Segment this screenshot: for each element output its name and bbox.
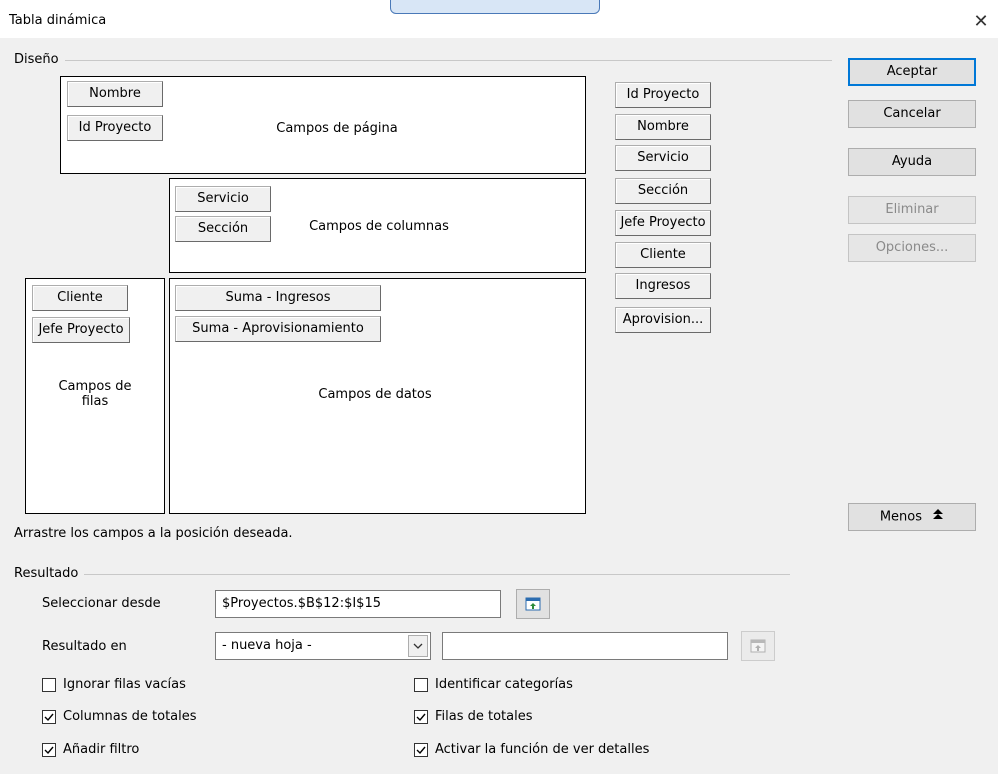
checkbox-box[interactable] [414, 710, 428, 724]
available-field-jefe-proyecto[interactable]: Jefe Proyecto [615, 210, 711, 236]
identify-categories-checkbox[interactable]: Identificar categorías [414, 675, 573, 695]
checkmark-icon [44, 713, 54, 722]
available-field-id-proyecto[interactable]: Id Proyecto [615, 82, 711, 108]
less-button[interactable]: Menos [848, 503, 976, 531]
result-group-label: Resultado [14, 566, 85, 581]
add-filter-checkbox[interactable]: Añadir filtro [42, 740, 139, 760]
less-button-label: Menos [879, 509, 923, 525]
select-from-label: Seleccionar desde [42, 596, 161, 611]
page-fields-area[interactable]: Nombre Id Proyecto Campos de página [60, 76, 586, 174]
result-group-line [14, 574, 790, 575]
checkbox-box[interactable] [42, 710, 56, 724]
result-in-select[interactable]: - nueva hoja - [215, 632, 431, 660]
available-field-cliente[interactable]: Cliente [615, 242, 711, 268]
shrink-range-icon [525, 596, 541, 616]
row-fields-area[interactable]: Cliente Jefe Proyecto Campos de filas [25, 278, 165, 514]
page-area-label: Campos de página [276, 121, 398, 136]
ignore-empty-rows-checkbox[interactable]: Ignorar filas vacías [42, 675, 186, 695]
design-group-line [14, 60, 832, 61]
result-in-select-value: - nueva hoja - [222, 638, 312, 653]
ok-button[interactable]: Aceptar [848, 58, 976, 86]
options-button[interactable]: Opciones... [848, 234, 976, 262]
checkmark-icon [416, 746, 426, 755]
checkbox-box[interactable] [414, 743, 428, 757]
row-field-cliente[interactable]: Cliente [32, 285, 128, 311]
drill-down-label: Activar la función de ver detalles [435, 742, 650, 757]
shrink-range-icon [750, 638, 766, 658]
drag-hint: Arrastre los campos a la posición desead… [14, 526, 293, 541]
row-area-label: Campos de filas [26, 379, 164, 409]
row-area-label-line1: Campos de [58, 379, 132, 394]
window-title: Tabla dinámica [9, 13, 107, 28]
window-tab-indicator [390, 0, 600, 14]
checkbox-box[interactable] [414, 678, 428, 692]
close-icon[interactable]: ✕ [968, 10, 994, 34]
cancel-button[interactable]: Cancelar [848, 100, 976, 128]
result-in-target-input[interactable] [442, 632, 728, 660]
data-field-suma-aprovisionamiento[interactable]: Suma - Aprovisionamiento [175, 316, 381, 342]
available-field-ingresos[interactable]: Ingresos [615, 273, 711, 299]
column-fields-area[interactable]: Servicio Sección Campos de columnas [169, 178, 586, 273]
data-fields-area[interactable]: Suma - Ingresos Suma - Aprovisionamiento… [169, 278, 586, 514]
drill-down-checkbox[interactable]: Activar la función de ver detalles [414, 740, 649, 760]
checkmark-icon [44, 746, 54, 755]
checkbox-box[interactable] [42, 743, 56, 757]
result-target-range-button[interactable] [741, 631, 775, 661]
page-field-id-proyecto[interactable]: Id Proyecto [67, 115, 163, 141]
column-totals-checkbox[interactable]: Columnas de totales [42, 707, 197, 727]
identify-categories-label: Identificar categorías [435, 677, 573, 692]
select-from-input[interactable]: $Proyectos.$B$12:$I$15 [215, 590, 501, 618]
data-area-label: Campos de datos [318, 387, 432, 402]
data-field-suma-ingresos[interactable]: Suma - Ingresos [175, 285, 381, 311]
column-field-servicio[interactable]: Servicio [175, 186, 271, 212]
chevron-down-icon[interactable] [408, 635, 428, 657]
row-totals-label: Filas de totales [435, 709, 533, 724]
row-totals-checkbox[interactable]: Filas de totales [414, 707, 533, 727]
help-button[interactable]: Ayuda [848, 148, 976, 176]
row-field-jefe-proyecto[interactable]: Jefe Proyecto [32, 317, 130, 343]
shrink-range-button[interactable] [516, 589, 550, 619]
design-group-label: Diseño [14, 52, 65, 67]
delete-button[interactable]: Eliminar [848, 196, 976, 224]
checkbox-box[interactable] [42, 678, 56, 692]
available-field-nombre[interactable]: Nombre [615, 114, 711, 140]
available-field-seccion[interactable]: Sección [615, 178, 711, 204]
row-area-label-line2: filas [81, 394, 109, 409]
ignore-empty-rows-label: Ignorar filas vacías [63, 677, 186, 692]
result-in-label: Resultado en [42, 639, 127, 654]
available-field-servicio[interactable]: Servicio [615, 145, 711, 171]
page-field-nombre[interactable]: Nombre [67, 81, 163, 107]
double-chevron-up-icon [932, 504, 944, 530]
column-field-seccion[interactable]: Sección [175, 216, 271, 242]
column-totals-label: Columnas de totales [63, 709, 197, 724]
checkmark-icon [416, 713, 426, 722]
available-field-aprovisionamiento[interactable]: Aprovision... [615, 307, 711, 333]
column-area-label: Campos de columnas [309, 219, 449, 234]
add-filter-label: Añadir filtro [63, 742, 140, 757]
